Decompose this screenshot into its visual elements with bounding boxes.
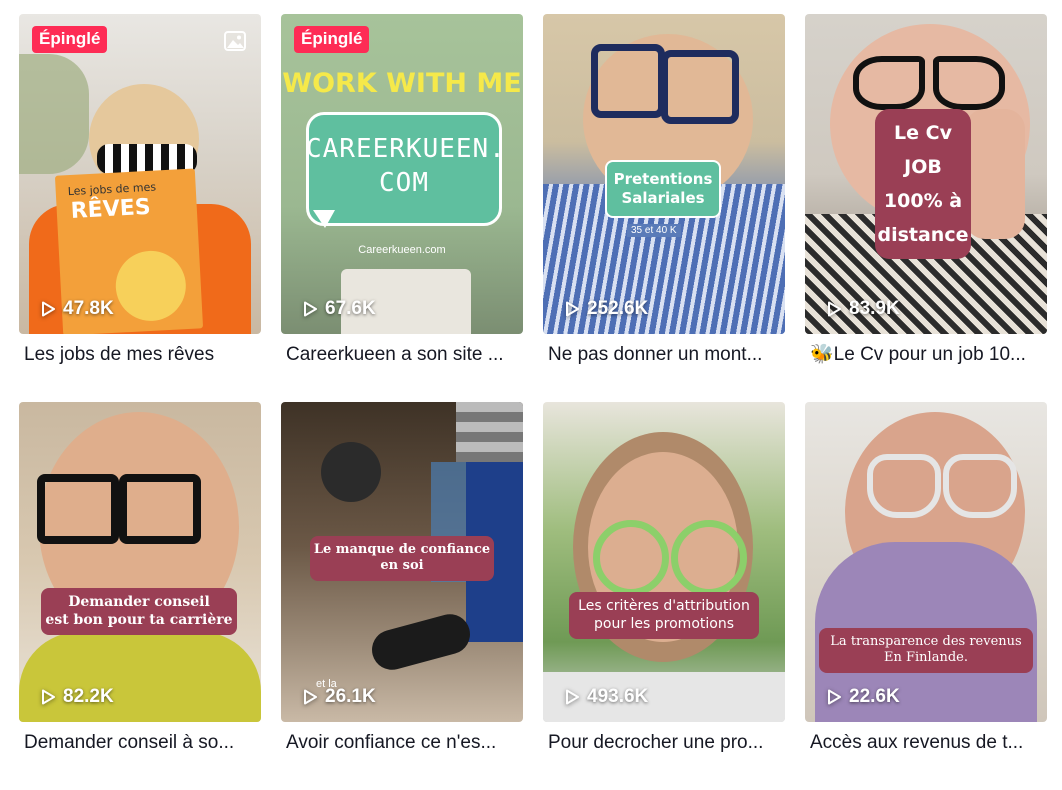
video-card[interactable]: La transparence des revenus En Finlande.… (805, 402, 1047, 790)
play-icon (304, 301, 317, 317)
view-count: 82.2K (39, 686, 114, 708)
overlay-line: Le manque de confiance (313, 542, 491, 557)
photo-icon (224, 31, 246, 51)
video-card[interactable]: Demander conseil est bon pour ta carrièr… (19, 402, 261, 790)
overlay-line: Demander conseil (68, 594, 210, 610)
view-count: 47.8K (39, 298, 114, 320)
play-icon (566, 689, 579, 705)
video-thumbnail[interactable]: Pretentions Salariales 35 et 40 K 252.6K (543, 14, 785, 334)
view-count-value: 47.8K (63, 298, 114, 319)
view-count-value: 22.6K (849, 686, 900, 707)
video-thumbnail[interactable]: Les critères d'attribution pour les prom… (543, 402, 785, 722)
video-card[interactable]: Les critères d'attribution pour les prom… (543, 402, 785, 790)
video-thumbnail[interactable]: La transparence des revenus En Finlande.… (805, 402, 1047, 722)
bubble-line: COM (379, 168, 429, 198)
overlay-line: est bon pour ta carrière (45, 611, 233, 628)
video-card[interactable]: Le manque de confiance en soi et la 26.1… (281, 402, 523, 790)
bubble-line: CAREERKUEEN. (306, 134, 506, 164)
view-count: 67.6K (301, 298, 376, 320)
overlay-line: La transparence des revenus (830, 634, 1022, 649)
video-caption[interactable]: Pour decrocher une pro... (543, 731, 780, 755)
view-count-value: 26.1K (325, 686, 376, 707)
thumbnail-scene: Les critères d'attribution pour les prom… (543, 402, 785, 722)
video-caption[interactable]: Les jobs de mes rêves (19, 343, 256, 367)
thumbnail-scene: Demander conseil est bon pour ta carrièr… (19, 402, 261, 722)
video-thumbnail[interactable]: Demander conseil est bon pour ta carrièr… (19, 402, 261, 722)
view-count: 493.6K (563, 686, 648, 708)
view-count-value: 252.6K (587, 298, 649, 319)
play-icon (566, 301, 579, 317)
overlay-line: Salariales (621, 188, 705, 207)
video-grid: Les jobs de mes RÊVES Épinglé 47.8K Les … (19, 14, 1047, 790)
overlay-small-text: 35 et 40 K (627, 224, 681, 237)
thumbnail-scene: WORK WITH ME CAREERKUEEN. COM Careerkuee… (281, 14, 523, 334)
video-thumbnail[interactable]: Le manque de confiance en soi et la 26.1… (281, 402, 523, 722)
video-caption[interactable]: Demander conseil à so... (19, 731, 256, 755)
thumbnail-scene: Le manque de confiance en soi et la (281, 402, 523, 722)
view-count: 22.6K (825, 686, 900, 708)
overlay-line: en soi (380, 558, 424, 574)
play-icon (42, 301, 55, 317)
play-icon (304, 689, 317, 705)
overlay-line: En Finlande. (884, 650, 968, 666)
play-icon (828, 689, 841, 705)
video-caption[interactable]: Ne pas donner un mont... (543, 343, 780, 367)
video-card[interactable]: Les jobs de mes RÊVES Épinglé 47.8K Les … (19, 14, 261, 402)
view-count-value: 493.6K (587, 686, 649, 707)
video-caption[interactable]: 🐝Le Cv pour un job 10... (805, 343, 1042, 367)
video-card[interactable]: WORK WITH ME CAREERKUEEN. COM Careerkuee… (281, 14, 523, 402)
view-count: 252.6K (563, 298, 648, 320)
video-thumbnail[interactable]: Les jobs de mes RÊVES Épinglé 47.8K (19, 14, 261, 334)
video-thumbnail[interactable]: Le Cv JOB 100% à distance 83.9K (805, 14, 1047, 334)
overlay-small-text: Careerkueen.com (358, 244, 446, 256)
video-caption[interactable]: Careerkueen a son site ... (281, 343, 518, 367)
thumbnail-scene: Le Cv JOB 100% à distance (805, 14, 1047, 334)
overlay-line: JOB (904, 156, 942, 178)
overlay-title: WORK WITH ME (282, 68, 522, 99)
video-caption[interactable]: Avoir confiance ce n'es... (281, 731, 518, 755)
overlay-line: 100% à (883, 190, 963, 212)
overlay-line: distance (877, 224, 969, 246)
overlay-line: Les critères d'attribution (578, 598, 750, 614)
view-count-value: 67.6K (325, 298, 376, 319)
video-caption[interactable]: Accès aux revenus de t... (805, 731, 1042, 755)
video-thumbnail[interactable]: WORK WITH ME CAREERKUEEN. COM Careerkuee… (281, 14, 523, 334)
view-count-value: 83.9K (849, 298, 900, 319)
book-title: RÊVES (70, 194, 152, 224)
view-count: 26.1K (301, 686, 376, 708)
pinned-badge: Épinglé (32, 26, 108, 53)
video-card[interactable]: Le Cv JOB 100% à distance 83.9K 🐝Le Cv p… (805, 14, 1047, 402)
thumbnail-scene: Pretentions Salariales 35 et 40 K (543, 14, 785, 334)
overlay-line: pour les promotions (594, 615, 734, 632)
play-icon (828, 301, 841, 317)
overlay-line: Pretentions (613, 170, 713, 188)
pinned-badge: Épinglé (294, 26, 370, 53)
thumbnail-scene: Les jobs de mes RÊVES (19, 14, 261, 334)
thumbnail-scene: La transparence des revenus En Finlande. (805, 402, 1047, 722)
view-count-value: 82.2K (63, 686, 114, 707)
overlay-line: Le Cv (894, 122, 952, 144)
view-count: 83.9K (825, 298, 900, 320)
video-card[interactable]: Pretentions Salariales 35 et 40 K 252.6K… (543, 14, 785, 402)
play-icon (42, 689, 55, 705)
